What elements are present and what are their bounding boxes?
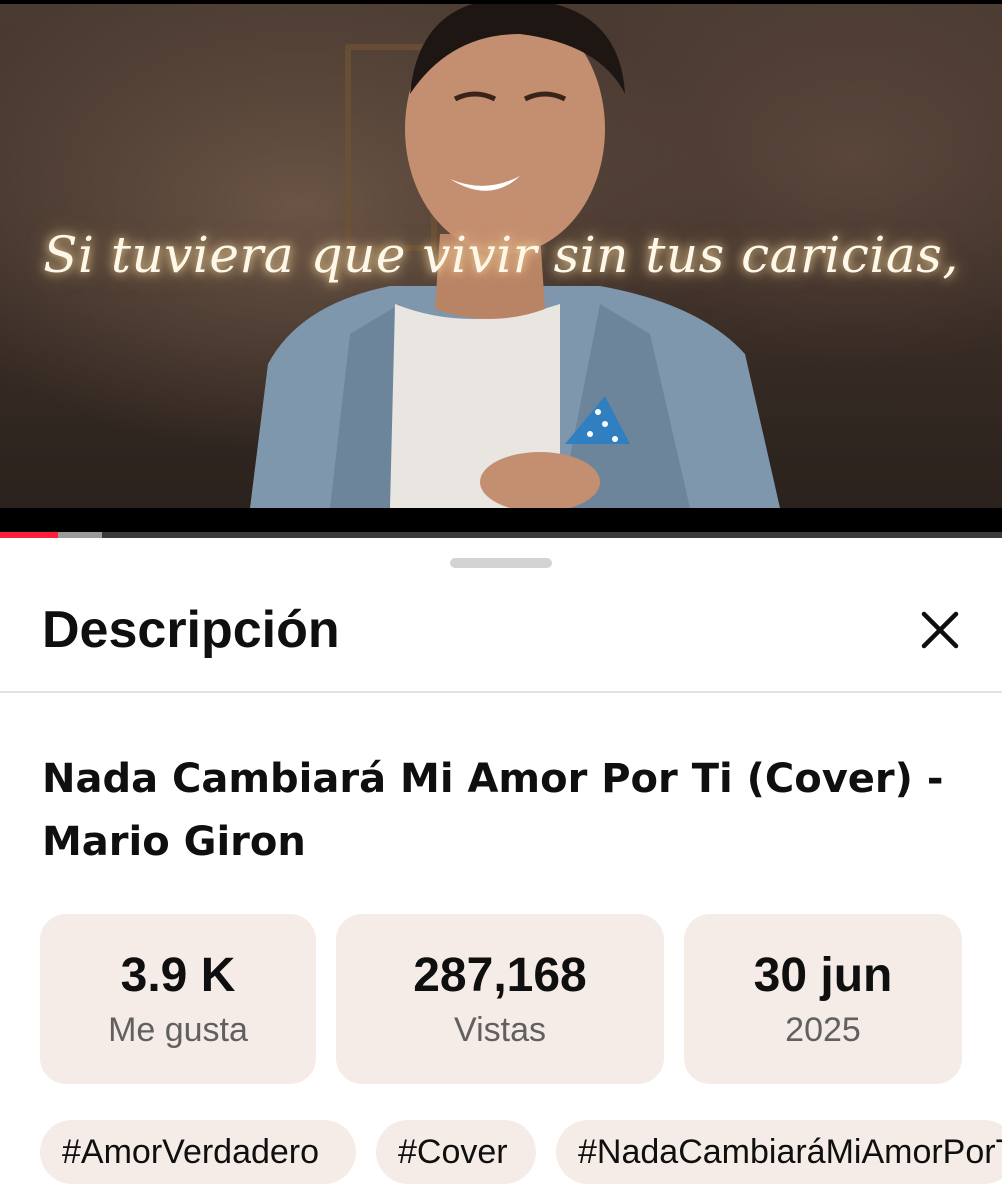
views-label: Vistas bbox=[454, 1011, 546, 1049]
hashtag-chip[interactable]: #AmorVerdadero bbox=[40, 1120, 356, 1184]
screen: Si tuviera que vivir sin tus caricias, D… bbox=[0, 0, 1002, 1200]
likes-count: 3.9 K bbox=[120, 949, 236, 1002]
sheet-divider bbox=[0, 691, 1002, 693]
views-count: 287,168 bbox=[413, 949, 587, 1002]
drag-handle[interactable] bbox=[450, 558, 552, 568]
description-sheet: Descripción Nada Cambiará Mi Amor Por Ti… bbox=[0, 538, 1002, 1200]
close-button[interactable] bbox=[910, 600, 970, 660]
likes-label: Me gusta bbox=[108, 1011, 248, 1049]
sheet-title: Descripción bbox=[42, 601, 340, 659]
video-player[interactable]: Si tuviera que vivir sin tus caricias, bbox=[0, 0, 1002, 538]
hashtag-chip[interactable]: #NadaCambiaráMiAmorPorTi bbox=[556, 1120, 1002, 1184]
stats-row: 3.9 K Me gusta 287,168 Vistas 30 jun 202… bbox=[40, 914, 962, 1084]
video-caption: Si tuviera que vivir sin tus caricias, bbox=[43, 226, 959, 284]
hashtag-row: #AmorVerdadero #Cover #NadaCambiaráMiAmo… bbox=[40, 1120, 1002, 1184]
hashtag-chip[interactable]: #Cover bbox=[376, 1120, 536, 1184]
date-card: 30 jun 2025 bbox=[684, 914, 962, 1084]
likes-card: 3.9 K Me gusta bbox=[40, 914, 316, 1084]
close-icon bbox=[921, 611, 959, 649]
video-frame[interactable]: Si tuviera que vivir sin tus caricias, bbox=[0, 4, 1002, 508]
views-card: 287,168 Vistas bbox=[336, 914, 664, 1084]
video-title: Nada Cambiará Mi Amor Por Ti (Cover) - M… bbox=[42, 756, 944, 865]
upload-year: 2025 bbox=[785, 1011, 861, 1049]
upload-date: 30 jun bbox=[753, 949, 893, 1002]
